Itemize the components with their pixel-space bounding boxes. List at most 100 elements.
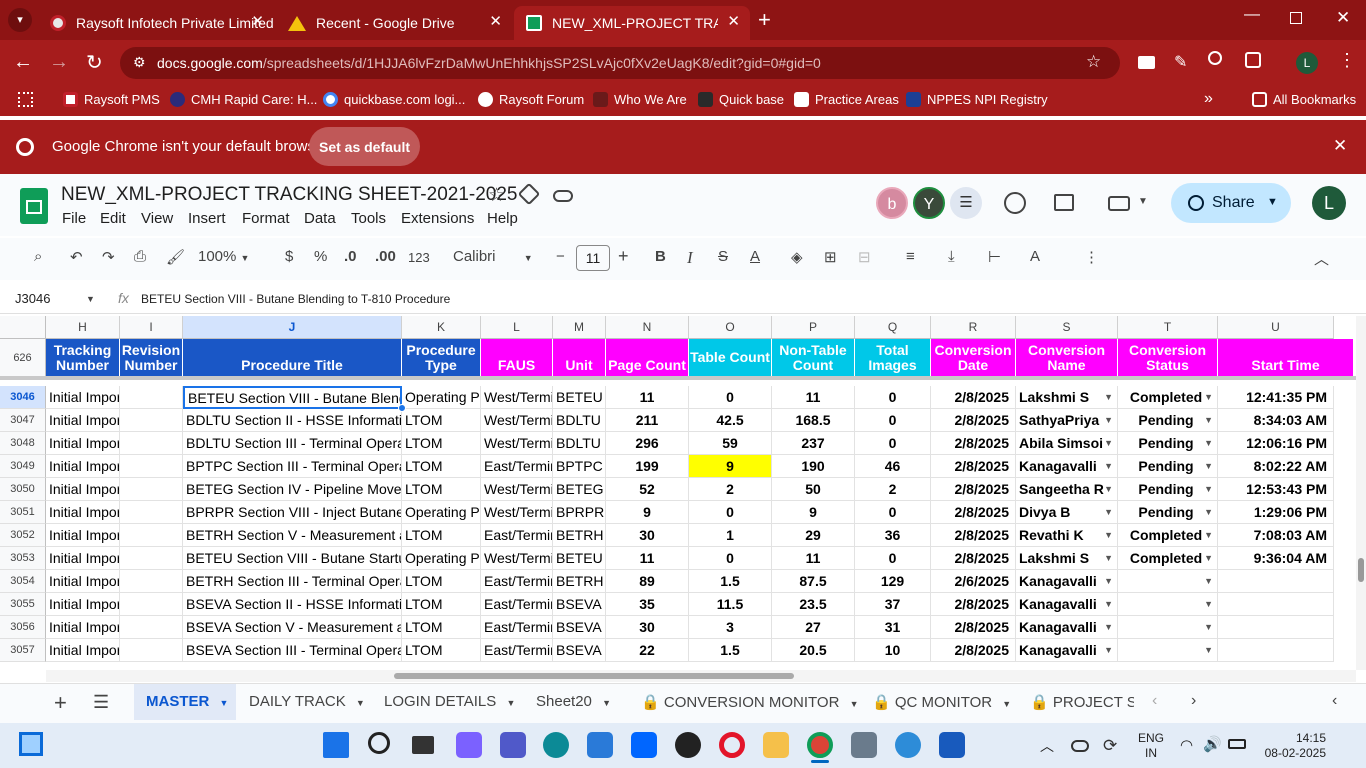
cell-t[interactable]: ▼	[1118, 616, 1218, 639]
cell-i[interactable]	[120, 455, 183, 478]
wifi-icon[interactable]: ◠	[1180, 736, 1193, 754]
extensions-puzzle-icon[interactable]	[1245, 52, 1261, 68]
hide-menus-chevron-icon[interactable]: ︿	[1314, 248, 1329, 269]
cell-n[interactable]: 30	[606, 524, 689, 547]
more-bookmarks-chevron-icon[interactable]: »	[1204, 90, 1213, 108]
opera-icon[interactable]	[719, 732, 745, 758]
cell-m[interactable]: BETEU	[553, 547, 606, 570]
cell-t[interactable]: Pending ▼	[1118, 478, 1218, 501]
cell-m[interactable]: BPRPR	[553, 501, 606, 524]
menu-format[interactable]: Format	[242, 210, 290, 227]
cell-j[interactable]: BDLTU Section II - HSSE Information	[183, 409, 402, 432]
bookmark-star-icon[interactable]: ☆	[1086, 52, 1101, 72]
paint-format-icon[interactable]: 🖌	[166, 248, 185, 266]
header-tracking-number[interactable]: Tracking Number	[46, 339, 120, 376]
comments-icon[interactable]	[1054, 194, 1074, 211]
cell-n[interactable]: 22	[606, 639, 689, 662]
cell-u[interactable]: 1:29:06 PM	[1218, 501, 1334, 524]
cell-t[interactable]: ▼	[1118, 570, 1218, 593]
text-color-button[interactable]: A	[750, 248, 760, 265]
collaborator-more-icon[interactable]: ☰	[950, 187, 982, 219]
column-header-q[interactable]: Q	[855, 316, 931, 339]
browser-tab-raysoft[interactable]: Raysoft Infotech Private Limited ✕	[38, 6, 274, 40]
power-automate-icon[interactable]	[631, 732, 657, 758]
cell-m[interactable]: BSEVA	[553, 616, 606, 639]
cell-i[interactable]	[120, 432, 183, 455]
dell-icon[interactable]	[675, 732, 701, 758]
copilot-icon[interactable]	[456, 732, 482, 758]
cell-j[interactable]: BETRH Section III - Terminal Operatic	[183, 570, 402, 593]
pen-extension-icon[interactable]: ✎	[1174, 52, 1187, 72]
cell-j[interactable]: BETRH Section V - Measurement anc	[183, 524, 402, 547]
cell-o[interactable]: 3	[689, 616, 772, 639]
cell-p[interactable]: 50	[772, 478, 855, 501]
dropdown-chevron-icon[interactable]: ▼	[1204, 461, 1213, 471]
cell-s[interactable]: Kanagavalli ▼	[1016, 616, 1118, 639]
cell-t[interactable]: ▼	[1118, 593, 1218, 616]
star-icon[interactable]: ☆	[488, 184, 505, 207]
row-number[interactable]: 3055	[0, 593, 46, 616]
back-icon[interactable]: ←	[13, 51, 33, 74]
header-non-table-count[interactable]: Non-Table Count	[772, 339, 855, 376]
remote-desktop-icon[interactable]	[851, 732, 877, 758]
battery-icon[interactable]	[1228, 739, 1246, 749]
cell-i[interactable]	[120, 616, 183, 639]
cell-j[interactable]: BPTPC Section III - Terminal Operatic	[183, 455, 402, 478]
column-header-t[interactable]: T	[1118, 316, 1218, 339]
share-dropdown-icon[interactable]: ▼	[1267, 196, 1278, 208]
horizontal-scroll-thumb[interactable]	[394, 673, 794, 679]
cell-q[interactable]: 31	[855, 616, 931, 639]
cell-m[interactable]: BDLTU	[553, 409, 606, 432]
decrease-decimal-button[interactable]: .0	[344, 248, 357, 265]
cell-l[interactable]: East/Termir	[481, 570, 553, 593]
forward-icon[interactable]: →	[49, 51, 69, 74]
new-tab-button[interactable]: +	[758, 7, 771, 33]
side-panel-toggle-icon[interactable]: ‹	[1332, 692, 1337, 710]
increase-font-size-icon[interactable]: +	[618, 246, 629, 267]
cell-u[interactable]: 12:06:16 PM	[1218, 432, 1334, 455]
redo-icon[interactable]: ↷	[102, 248, 115, 266]
cell-l[interactable]: East/Termir	[481, 593, 553, 616]
header-total-images[interactable]: Total Images	[855, 339, 931, 376]
site-info-icon[interactable]: ⚙	[133, 54, 146, 71]
cell-t[interactable]: Pending ▼	[1118, 432, 1218, 455]
cell-o[interactable]: 9	[689, 455, 772, 478]
cell-o[interactable]: 1	[689, 524, 772, 547]
cell-k[interactable]: Operating Pr	[402, 386, 481, 409]
dropdown-chevron-icon[interactable]: ▼	[1104, 576, 1113, 586]
header-faus[interactable]: FAUS	[481, 339, 553, 376]
sync-icon[interactable]: ⟳	[1103, 736, 1117, 756]
sheet-tab-master[interactable]: MASTER ▼	[146, 693, 228, 710]
name-box-dropdown-icon[interactable]: ▼	[86, 294, 95, 304]
bookmark-cmh[interactable]: CMH Rapid Care: H...	[170, 92, 317, 107]
cell-r[interactable]: 2/8/2025	[931, 524, 1016, 547]
file-explorer-icon[interactable]	[763, 732, 789, 758]
cell-r[interactable]: 2/8/2025	[931, 593, 1016, 616]
cell-p[interactable]: 27	[772, 616, 855, 639]
column-header-p[interactable]: P	[772, 316, 855, 339]
cell-o[interactable]: 0	[689, 386, 772, 409]
cell-n[interactable]: 52	[606, 478, 689, 501]
menu-extensions[interactable]: Extensions	[401, 210, 474, 227]
menu-data[interactable]: Data	[304, 210, 336, 227]
close-tab-icon[interactable]: ✕	[727, 12, 740, 30]
formula-input[interactable]: BETEU Section VIII - Butane Blending to …	[141, 292, 450, 306]
cell-l[interactable]: West/Termi	[481, 478, 553, 501]
cell-q[interactable]: 0	[855, 547, 931, 570]
version-history-icon[interactable]	[1004, 192, 1026, 214]
cell-k[interactable]: LTOM	[402, 639, 481, 662]
tab-dropdown-icon[interactable]: ▼	[850, 699, 859, 709]
column-header-n[interactable]: N	[606, 316, 689, 339]
cell-m[interactable]: BSEVA	[553, 593, 606, 616]
word-icon[interactable]	[939, 732, 965, 758]
dropdown-chevron-icon[interactable]: ▼	[1104, 530, 1113, 540]
cell-s[interactable]: SathyaPriya ▼	[1016, 409, 1118, 432]
header-start-time[interactable]: Start Time	[1218, 339, 1354, 376]
document-title[interactable]: NEW_XML-PROJECT TRACKING SHEET-2021-2025	[61, 184, 518, 206]
column-header-o[interactable]: O	[689, 316, 772, 339]
cell-o[interactable]: 0	[689, 501, 772, 524]
row-number[interactable]: 3052	[0, 524, 46, 547]
row-number[interactable]: 3050	[0, 478, 46, 501]
cell-h[interactable]: Initial Impor	[46, 455, 120, 478]
name-box[interactable]: J3046	[15, 291, 50, 306]
